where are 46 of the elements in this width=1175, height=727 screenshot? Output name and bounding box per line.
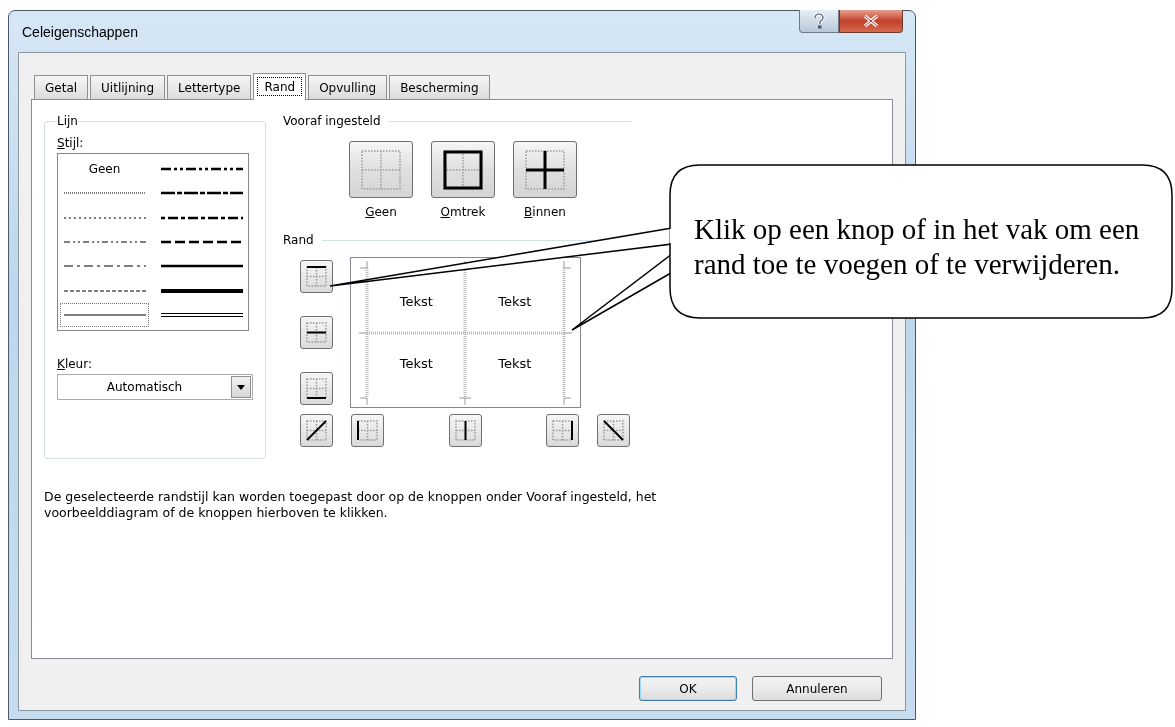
border-line-icon bbox=[603, 420, 624, 441]
border-preset-icon bbox=[443, 149, 483, 190]
border-preset-icon bbox=[361, 149, 401, 190]
border-button[interactable] bbox=[546, 414, 579, 447]
section-title: Vooraf ingesteld bbox=[283, 114, 381, 128]
callout-text: Klik op een knop of in het vak om een rand toe te voegen of te verwijderen. bbox=[694, 212, 1141, 282]
tab[interactable]: Lettertype bbox=[167, 75, 252, 99]
preview-text: Tekst bbox=[498, 293, 532, 309]
help-button[interactable] bbox=[799, 10, 839, 33]
preset-label: Binnen bbox=[524, 205, 566, 219]
line-style-list[interactable]: Geen bbox=[57, 153, 249, 331]
close-button[interactable] bbox=[839, 10, 903, 33]
none-label: Geen bbox=[88, 162, 121, 177]
group-title: Lijn bbox=[57, 114, 78, 128]
line-style-option[interactable]: Geen bbox=[60, 157, 149, 182]
border-button[interactable] bbox=[300, 260, 333, 293]
border-button[interactable] bbox=[351, 414, 384, 447]
border-button[interactable] bbox=[300, 372, 333, 405]
preview-text: Tekst bbox=[498, 356, 532, 372]
help-icon bbox=[812, 13, 826, 29]
description-text: De geselecteerde randstijl kan worden toegepast door op de knoppen onder Vooraf ingesteld, het voorbeelddiagram of de knoppen hierboven te klikken. bbox=[44, 489, 658, 521]
preset-label: Omtrek bbox=[440, 205, 486, 219]
section-title: Rand bbox=[283, 233, 314, 247]
preview-text: Tekst bbox=[399, 293, 433, 309]
field-label: Kleur: bbox=[57, 357, 92, 371]
color-dropdown[interactable]: Automatisch bbox=[57, 374, 253, 400]
preset-button[interactable] bbox=[513, 141, 577, 198]
border-button[interactable] bbox=[300, 414, 333, 447]
tab[interactable]: Getal bbox=[34, 75, 89, 99]
window-title: Celeigenschappen bbox=[21, 23, 138, 40]
dialog-button[interactable]: Annuleren bbox=[752, 676, 882, 701]
close-icon bbox=[863, 15, 879, 27]
preset-button[interactable] bbox=[431, 141, 495, 198]
tab[interactable]: Bescherming bbox=[389, 75, 490, 99]
tab[interactable]: Uitlijning bbox=[90, 75, 166, 99]
dialog-button[interactable]: OK bbox=[639, 676, 737, 701]
border-button[interactable] bbox=[597, 414, 630, 447]
tab[interactable]: Opvulling bbox=[308, 75, 388, 99]
preview-text: Tekst bbox=[399, 356, 433, 372]
border-preview[interactable]: Tekst Tekst Tekst Tekst bbox=[350, 257, 581, 408]
field-label: Stijl: bbox=[57, 136, 84, 150]
caret-icon bbox=[237, 384, 245, 390]
tab[interactable]: Rand bbox=[253, 73, 307, 100]
border-preset-icon bbox=[525, 149, 565, 190]
preset-label: Geen bbox=[365, 205, 397, 219]
border-line-icon bbox=[306, 420, 327, 441]
